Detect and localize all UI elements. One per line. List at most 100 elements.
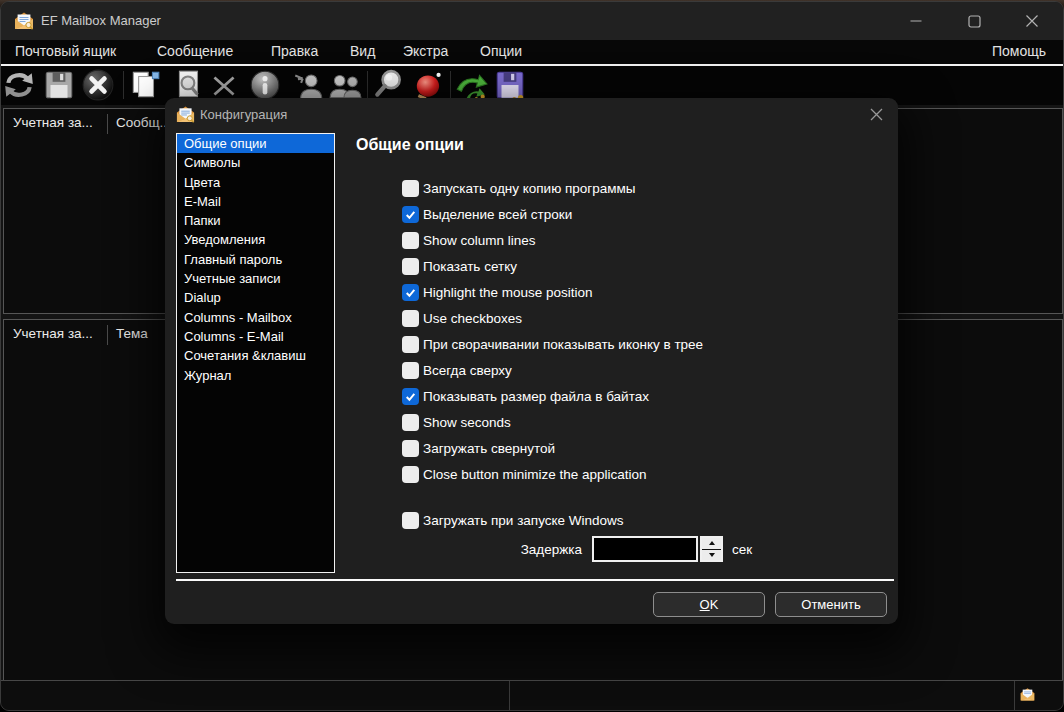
checkbox[interactable] (402, 180, 419, 197)
category-item[interactable]: Учетные записи (177, 269, 334, 288)
menu-message[interactable]: Сообщение (157, 43, 233, 59)
menu-mailbox[interactable]: Почтовый ящик (15, 43, 116, 59)
category-item[interactable]: Уведомления (177, 230, 334, 249)
checkbox-row: Загружать свернутой (402, 435, 555, 461)
checkbox[interactable] (402, 440, 419, 457)
add-account-icon[interactable] (291, 68, 325, 102)
checkbox-row: Выделение всей строки (402, 201, 572, 227)
minimize-button[interactable] (887, 2, 945, 40)
column-header-account[interactable]: Учетная за... (13, 326, 93, 341)
column-divider[interactable] (107, 325, 108, 345)
checkbox-label[interactable]: Показывать размер файла в байтах (423, 389, 649, 404)
category-item[interactable]: Папки (177, 211, 334, 230)
category-item[interactable]: Журнал (177, 366, 334, 385)
close-icon (1025, 14, 1039, 28)
checkbox-row: Show seconds (402, 409, 511, 435)
category-item[interactable]: Dialup (177, 288, 334, 307)
checkbox[interactable] (402, 258, 419, 275)
category-item[interactable]: Сочетания &клавиш (177, 346, 334, 365)
column-header-subject[interactable]: Тема (116, 326, 148, 341)
cancel-button[interactable]: Отменить (775, 592, 887, 617)
minimize-icon (910, 15, 922, 27)
titlebar: EF Mailbox Manager (1, 2, 1063, 40)
checkbox-label[interactable]: При сворачивании показывать иконку в тре… (423, 337, 703, 352)
stop-icon[interactable] (412, 68, 446, 102)
category-item[interactable]: Columns - Mailbox (177, 308, 334, 327)
close-button[interactable] (1003, 2, 1061, 40)
delay-label: Задержка (495, 542, 582, 557)
search-icon[interactable] (372, 68, 406, 102)
category-item[interactable]: Columns - E-Mail (177, 327, 334, 346)
category-item[interactable]: Общие опции (177, 134, 334, 153)
checkbox-label[interactable]: Загружать свернутой (423, 441, 555, 456)
checkbox-row: Запускать одну копию программы (402, 175, 636, 201)
accounts-icon[interactable] (328, 68, 362, 102)
checkbox[interactable] (402, 232, 419, 249)
checkbox-label[interactable]: Всегда сверху (423, 363, 512, 378)
column-header-messages[interactable]: Сообщ... (116, 115, 171, 130)
column-divider[interactable] (107, 114, 108, 134)
spinner-up-button[interactable] (702, 538, 721, 549)
dialog-close-icon[interactable] (869, 107, 884, 122)
checkbox-row: Highlight the mouse position (402, 279, 593, 305)
checkbox-label[interactable]: Запускать одну копию программы (423, 181, 636, 196)
checkbox-label[interactable]: Highlight the mouse position (423, 285, 593, 300)
checkbox-label[interactable]: Show column lines (423, 233, 536, 248)
window-title: EF Mailbox Manager (41, 13, 161, 28)
app-icon (14, 11, 34, 31)
delete-icon[interactable] (207, 68, 241, 102)
category-item[interactable]: Главный пароль (177, 250, 334, 269)
menu-edit[interactable]: Правка (271, 43, 318, 59)
checkbox-label[interactable]: Use checkboxes (423, 311, 522, 326)
checkbox[interactable] (402, 362, 419, 379)
checkbox-row: Use checkboxes (402, 305, 522, 331)
checkbox[interactable] (402, 206, 419, 223)
checkbox[interactable] (402, 310, 419, 327)
delay-unit: сек (732, 542, 752, 557)
menu-options[interactable]: Опции (480, 43, 522, 59)
checkbox[interactable] (402, 512, 419, 529)
category-item[interactable]: E-Mail (177, 192, 334, 211)
refresh-icon[interactable] (2, 68, 36, 102)
menu-help[interactable]: Помощь (992, 43, 1046, 59)
maximize-icon (968, 15, 981, 28)
menu-extra[interactable]: Экстра (403, 43, 448, 59)
save-all-icon[interactable] (493, 68, 527, 102)
category-item[interactable]: Цвета (177, 173, 334, 192)
configuration-dialog: Конфигурация Общие опции Символы Цвета E… (165, 98, 898, 624)
maximize-button[interactable] (945, 2, 1003, 40)
save-icon[interactable] (42, 68, 76, 102)
statusbar-divider (1014, 681, 1015, 710)
import-export-icon[interactable] (454, 68, 488, 102)
checkbox-label[interactable]: Загружать при запуске Windows (423, 513, 624, 528)
checkbox-row: Показать сетку (402, 253, 517, 279)
menu-view[interactable]: Вид (350, 43, 375, 59)
checkbox-label[interactable]: Выделение всей строки (423, 207, 572, 222)
checkbox[interactable] (402, 466, 419, 483)
properties-icon[interactable] (248, 68, 282, 102)
new-mailbox-icon[interactable] (128, 68, 162, 102)
dialog-icon (176, 105, 195, 124)
checkbox-label[interactable]: Показать сетку (423, 259, 517, 274)
dialog-separator-line (176, 579, 894, 581)
checkbox[interactable] (402, 336, 419, 353)
column-header-account[interactable]: Учетная за... (13, 115, 93, 130)
find-document-icon[interactable] (172, 68, 206, 102)
checkbox-label[interactable]: Show seconds (423, 415, 511, 430)
delay-input[interactable] (592, 536, 698, 562)
toolbar-separator (367, 71, 368, 99)
menubar: Почтовый ящик Сообщение Правка Вид Экстр… (1, 40, 1063, 64)
category-item[interactable]: Символы (177, 153, 334, 172)
cancel-icon[interactable] (81, 68, 115, 102)
checkbox-row: Показывать размер файла в байтах (402, 383, 649, 409)
checkbox[interactable] (402, 284, 419, 301)
spinner-down-button[interactable] (702, 550, 721, 561)
checkbox[interactable] (402, 414, 419, 431)
checkbox-label[interactable]: Close button minimize the application (423, 467, 647, 482)
category-list[interactable]: Общие опции Символы Цвета E-Mail Папки У… (176, 133, 335, 573)
ok-button[interactable]: OK (653, 592, 765, 617)
checkbox[interactable] (402, 388, 419, 405)
statusbar (1, 680, 1063, 710)
checkbox-row: Загружать при запуске Windows (402, 507, 624, 533)
dialog-heading: Общие опции (356, 136, 464, 154)
